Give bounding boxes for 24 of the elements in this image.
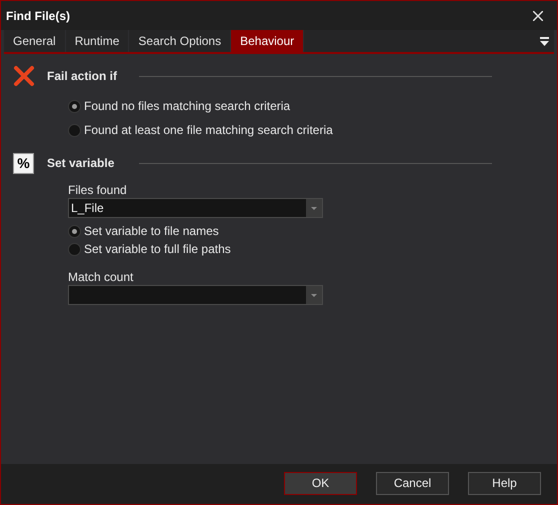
section-title: Set variable	[47, 155, 116, 172]
radio-label: Set variable to file names	[84, 223, 219, 240]
close-icon[interactable]	[533, 10, 543, 20]
field-label: Match count	[68, 269, 134, 285]
dialog-button[interactable]: Help	[468, 472, 541, 494]
radio-label: Set variable to full file paths	[84, 241, 231, 258]
dropdown-arrow-icon	[311, 206, 317, 210]
window-title: Find File(s)	[6, 8, 70, 24]
radio-label: Found at least one file matching search criteria	[84, 122, 333, 139]
tab[interactable]: Behaviour	[231, 30, 304, 52]
radio-label: Found no files matching search criteria	[84, 98, 290, 115]
radio-button[interactable]	[68, 242, 81, 256]
percent-icon: %	[13, 152, 34, 174]
section-title: Fail action if	[47, 68, 118, 85]
radio-button[interactable]	[68, 124, 81, 136]
menu-icon[interactable]	[540, 36, 549, 46]
dropdown-arrow-icon	[311, 294, 317, 296]
cross-icon	[13, 65, 35, 87]
field-label: Files found	[68, 182, 128, 198]
radio-button[interactable]	[68, 224, 81, 238]
radio-button[interactable]	[68, 100, 81, 112]
files-found-dropdown[interactable]: L_File	[68, 198, 323, 218]
dialog-button[interactable]: OK	[284, 472, 357, 494]
dialog-button[interactable]: Cancel	[376, 472, 449, 494]
